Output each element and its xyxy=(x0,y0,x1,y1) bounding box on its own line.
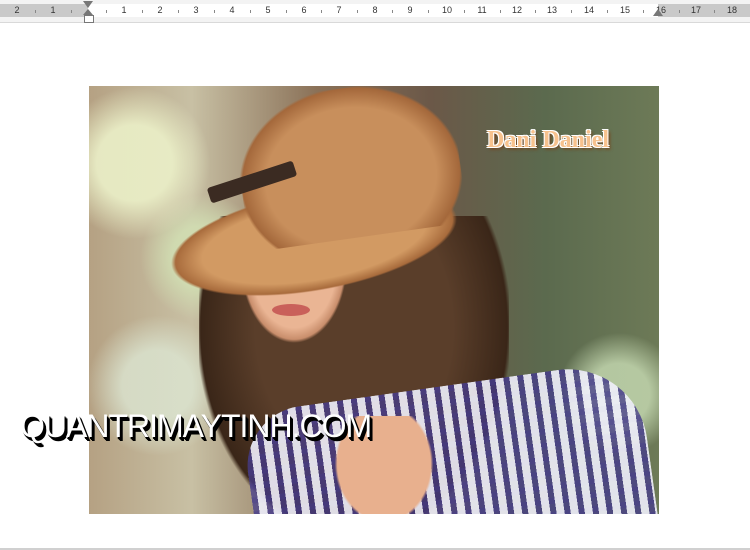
ruler-label: 5 xyxy=(265,5,271,15)
ruler-tick xyxy=(392,10,393,13)
ruler-tick xyxy=(106,10,107,13)
ruler-label: 12 xyxy=(511,5,523,15)
ruler-tick xyxy=(500,10,501,13)
ruler-tick xyxy=(71,10,72,13)
ruler-tick xyxy=(214,10,215,13)
ruler-tick xyxy=(428,10,429,13)
ruler-label: 4 xyxy=(229,5,235,15)
watermark-text: QUANTRIMAYTINH.COM xyxy=(20,408,372,444)
first-line-indent-marker[interactable] xyxy=(83,1,93,8)
inserted-photo[interactable]: Dani Daniel xyxy=(89,86,659,514)
ruler-tick xyxy=(250,10,251,13)
horizontal-ruler[interactable]: 2 1 1 2 3 4 5 6 7 8 9 10 11 12 13 14 15 … xyxy=(0,0,750,23)
ruler-tick xyxy=(357,10,358,13)
ruler-label: 3 xyxy=(193,5,199,15)
ruler-label: 1 xyxy=(121,5,127,15)
ruler-label: 2 xyxy=(157,5,163,15)
image-caption-text[interactable]: Dani Daniel xyxy=(487,127,609,154)
ruler-tick xyxy=(679,10,680,13)
ruler-label: 6 xyxy=(301,5,307,15)
ruler-tick xyxy=(535,10,536,13)
ruler-tick xyxy=(178,10,179,13)
ruler-tick xyxy=(142,10,143,13)
ruler-tick xyxy=(35,10,36,13)
ruler-label: 10 xyxy=(441,5,453,15)
ruler-tick xyxy=(571,10,572,13)
ruler-left-margin xyxy=(0,4,88,17)
ruler-tick xyxy=(607,10,608,13)
ruler-label: 9 xyxy=(407,5,413,15)
left-indent-marker[interactable] xyxy=(84,15,94,23)
ruler-label: 18 xyxy=(726,5,738,15)
photo-lips xyxy=(272,304,310,316)
ruler-label: 11 xyxy=(477,5,487,15)
right-indent-marker[interactable] xyxy=(653,9,663,16)
ruler-tick xyxy=(714,10,715,13)
ruler-label: 14 xyxy=(583,5,595,15)
ruler-label: 15 xyxy=(619,5,631,15)
ruler-label: 8 xyxy=(372,5,378,15)
ruler-tick xyxy=(321,10,322,13)
ruler-tick xyxy=(286,10,287,13)
ruler-tick xyxy=(643,10,644,13)
ruler-tick xyxy=(464,10,465,13)
ruler-label: 17 xyxy=(690,5,702,15)
ruler-label: 1 xyxy=(50,5,56,15)
ruler-label: 7 xyxy=(336,5,342,15)
ruler-label: 13 xyxy=(546,5,558,15)
ruler-label: 2 xyxy=(14,5,20,15)
